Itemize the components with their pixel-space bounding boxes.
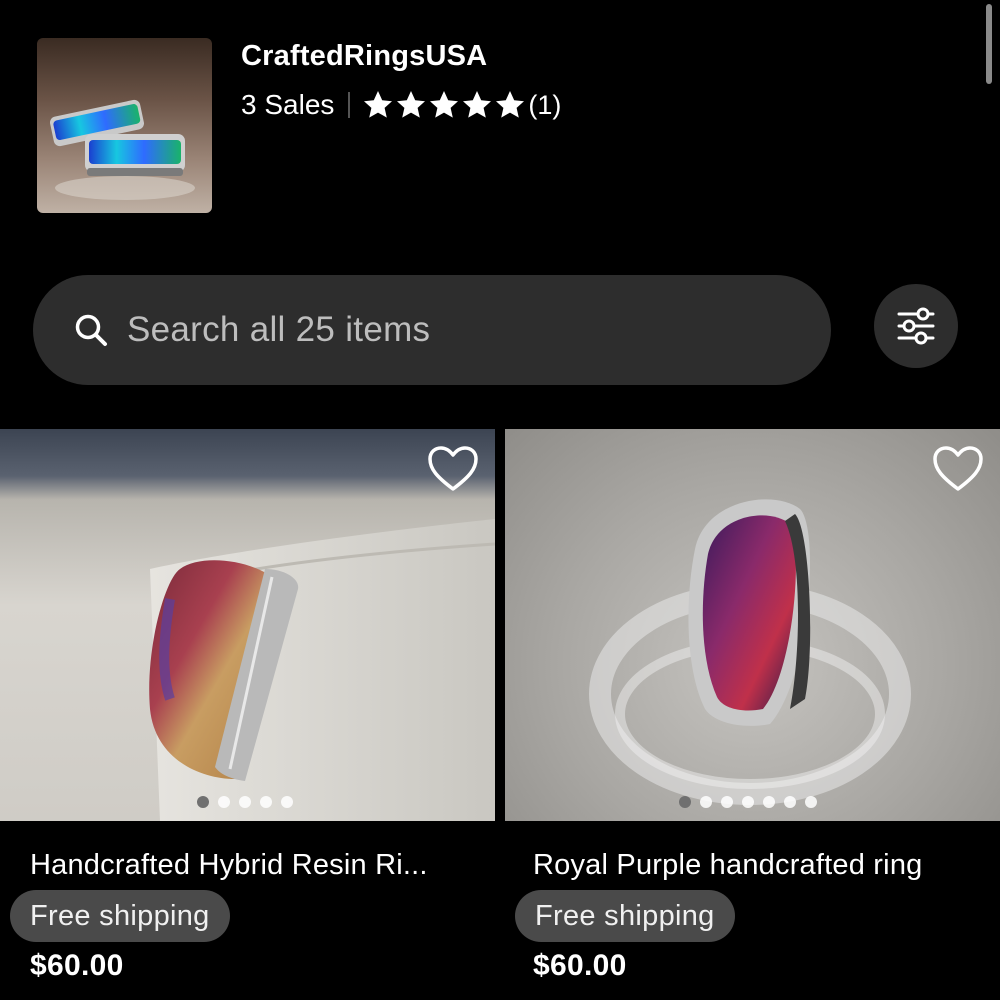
listing-title[interactable]: Handcrafted Hybrid Resin Ri... <box>30 849 428 882</box>
scrollbar[interactable] <box>986 4 992 84</box>
rating-stars[interactable] <box>362 89 526 121</box>
shop-header: CraftedRingsUSA 3 Sales (1) <box>37 38 957 214</box>
shop-page: CraftedRingsUSA 3 Sales (1) Search all 2… <box>0 0 1000 1000</box>
carousel-dot[interactable] <box>281 796 293 808</box>
carousel-dot[interactable] <box>805 796 817 808</box>
star-icon <box>397 91 426 118</box>
carousel-dot[interactable] <box>742 796 754 808</box>
search-input[interactable]: Search all 25 items <box>33 275 831 385</box>
star-icon <box>496 91 525 118</box>
carousel-dot[interactable] <box>784 796 796 808</box>
listing-photo[interactable] <box>505 429 1000 821</box>
free-shipping-badge: Free shipping <box>10 890 230 942</box>
carousel-dot[interactable] <box>197 796 209 808</box>
sales-count: 3 Sales <box>241 89 335 120</box>
free-shipping-badge: Free shipping <box>515 890 735 942</box>
shop-thumbnail[interactable] <box>37 38 212 213</box>
carousel-dot[interactable] <box>239 796 251 808</box>
carousel-dot[interactable] <box>679 796 691 808</box>
ring-photo-icon <box>149 519 495 821</box>
listing-card[interactable]: Royal Purple handcrafted ring Free shipp… <box>505 429 1000 1000</box>
listing-card[interactable]: Handcrafted Hybrid Resin Ri... Free ship… <box>0 429 495 1000</box>
listing-photo[interactable] <box>0 429 495 821</box>
heart-icon <box>933 446 983 491</box>
star-icon <box>463 91 492 118</box>
star-icon <box>430 91 459 118</box>
filter-button[interactable] <box>874 284 958 368</box>
listing-price: $60.00 <box>533 949 627 982</box>
rings-photo-icon <box>50 99 195 200</box>
divider <box>348 92 351 118</box>
shop-name[interactable]: CraftedRingsUSA <box>241 40 487 73</box>
search-icon <box>75 314 107 346</box>
heart-icon <box>428 446 478 491</box>
sliders-icon <box>897 307 935 345</box>
ring-photo-icon <box>589 499 911 805</box>
star-icon <box>364 91 393 118</box>
carousel-dot[interactable] <box>721 796 733 808</box>
listing-price: $60.00 <box>30 949 124 982</box>
search-placeholder: Search all 25 items <box>127 310 431 349</box>
review-count[interactable]: (1) <box>528 90 561 121</box>
carousel-dot[interactable] <box>700 796 712 808</box>
image-carousel-dots <box>505 796 1000 808</box>
listing-title[interactable]: Royal Purple handcrafted ring <box>533 849 922 882</box>
carousel-dot[interactable] <box>260 796 272 808</box>
carousel-dot[interactable] <box>218 796 230 808</box>
carousel-dot[interactable] <box>763 796 775 808</box>
favorite-button[interactable] <box>427 445 479 493</box>
favorite-button[interactable] <box>932 445 984 493</box>
shop-meta: 3 Sales (1) <box>241 85 561 125</box>
